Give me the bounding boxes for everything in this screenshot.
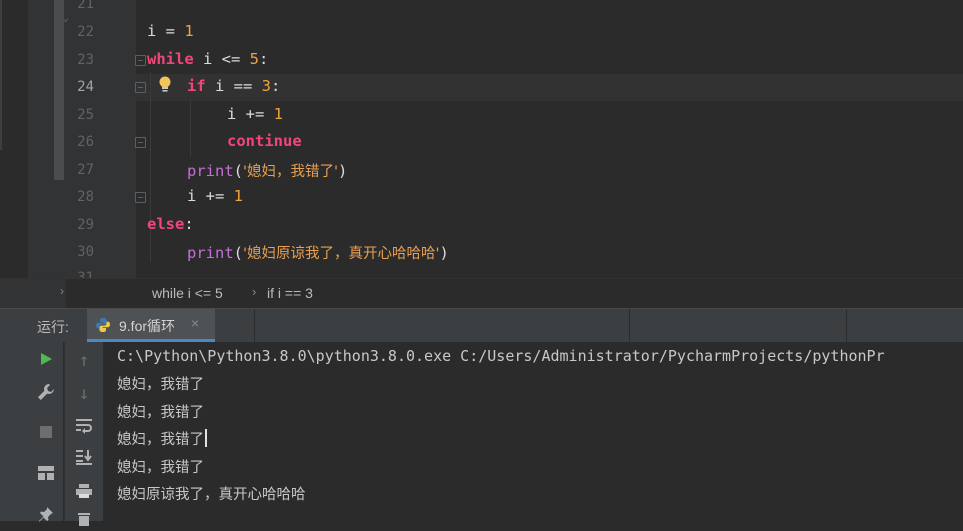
code-line-26: continue — [227, 132, 302, 150]
scroll-to-end-icon — [76, 450, 92, 465]
line-number: 30 — [77, 244, 94, 260]
indent-guide — [190, 100, 191, 156]
wrench-icon — [38, 384, 54, 400]
breadcrumb: › while i <= 5 › if i == 3 — [0, 278, 963, 309]
line-number: 28 — [77, 189, 94, 205]
text-caret — [205, 429, 207, 447]
line-number: 21 — [77, 0, 94, 12]
fold-marker-icon[interactable]: ⌄ — [62, 10, 69, 24]
soft-wrap-icon — [76, 419, 92, 434]
scroll-down-button[interactable]: ↓ — [72, 381, 96, 405]
tab-divider — [254, 309, 255, 342]
print-icon — [76, 484, 92, 498]
code-line-22: i = 1 — [147, 22, 194, 40]
code-line-24: if i == 3: — [187, 77, 281, 95]
stop-icon — [40, 426, 52, 438]
tab-divider — [846, 309, 847, 342]
scroll-up-button[interactable]: ↑ — [72, 348, 96, 372]
breadcrumb-item-if[interactable]: if i == 3 — [267, 285, 313, 301]
layout-icon — [38, 466, 54, 480]
console-output-line: 媳妇，我错了 — [117, 405, 204, 421]
fold-marker-icon[interactable] — [135, 82, 146, 93]
stop-button[interactable] — [34, 420, 58, 444]
indent-guide — [150, 72, 151, 262]
fold-marker-icon[interactable] — [135, 192, 146, 203]
line-number: 31 — [77, 270, 94, 278]
code-line-23: while i <= 5: — [147, 50, 269, 68]
close-icon[interactable]: × — [191, 315, 199, 331]
breadcrumb-separator: › — [252, 284, 257, 299]
pin-button[interactable] — [34, 502, 58, 526]
run-tool-window-header: 运行: 9.for循环 × — [0, 308, 963, 343]
run-toolbar-secondary: ↑ ↓ — [64, 342, 103, 526]
expand-chevron-icon[interactable]: › — [60, 284, 64, 298]
lightbulb-icon[interactable] — [157, 75, 173, 93]
line-number-current: 24 — [77, 79, 94, 95]
left-tool-strip — [0, 342, 31, 521]
code-line-28: i += 1 — [187, 187, 244, 205]
print-button[interactable] — [72, 479, 96, 503]
console-output-line: 媳妇，我错了 — [117, 460, 204, 476]
delete-button[interactable] — [72, 507, 96, 531]
line-number: 22 — [77, 24, 94, 40]
code-line-25: i += 1 — [227, 105, 284, 123]
run-label: 运行: — [37, 319, 69, 335]
rerun-button[interactable] — [34, 347, 58, 371]
console-output-line: 媳妇原谅我了，真开心哈哈哈 — [117, 487, 306, 503]
pin-icon — [39, 507, 53, 522]
arrow-down-icon: ↓ — [78, 382, 90, 404]
line-number: 25 — [77, 107, 94, 123]
python-icon — [96, 318, 110, 332]
soft-wrap-button[interactable] — [72, 414, 96, 438]
window-edge — [0, 0, 2, 150]
modify-config-button[interactable] — [34, 380, 58, 404]
code-line-27: print('媳妇，我错了') — [187, 162, 348, 180]
run-toolbar-primary — [30, 342, 63, 522]
console-command-line: C:\Python\Python3.8.0\python3.8.0.exe C:… — [117, 347, 885, 365]
fold-marker-icon[interactable] — [135, 137, 146, 148]
play-icon — [41, 353, 52, 365]
breadcrumb-item-while[interactable]: while i <= 5 — [152, 285, 223, 301]
scroll-to-end-button[interactable] — [72, 445, 96, 469]
layout-button[interactable] — [34, 461, 58, 485]
editor-scroll-thumb[interactable] — [54, 0, 64, 180]
run-tab-label: 9.for循环 — [119, 318, 176, 334]
trash-icon — [78, 513, 90, 526]
run-tab[interactable]: 9.for循环 × — [87, 309, 215, 342]
tab-divider — [629, 309, 630, 342]
line-number: 23 — [77, 52, 94, 68]
arrow-up-icon: ↑ — [78, 349, 90, 371]
console-output-line: 媳妇，我错了 — [117, 377, 204, 393]
line-number: 27 — [77, 162, 94, 178]
line-number: 26 — [77, 134, 94, 150]
code-line-29: else: — [147, 215, 194, 233]
console-output-line: 媳妇，我错了 — [117, 428, 207, 449]
line-number: 29 — [77, 217, 94, 233]
code-line-30: print('媳妇原谅我了，真开心哈哈哈') — [187, 244, 449, 262]
code-editor[interactable]: 21 22 23 24 25 26 27 28 29 30 31 ⌄ i = 1… — [0, 0, 963, 278]
fold-marker-icon[interactable] — [135, 55, 146, 66]
